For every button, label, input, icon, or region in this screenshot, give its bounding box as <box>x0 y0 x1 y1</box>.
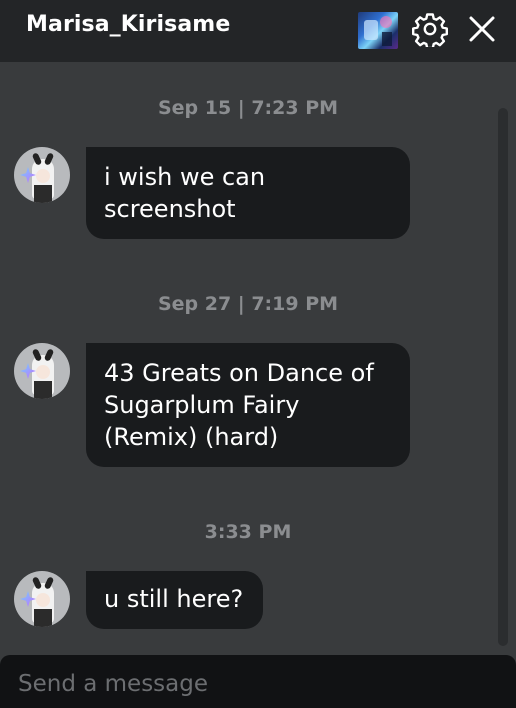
group-avatar-thumbnail[interactable] <box>358 12 398 49</box>
message-timestamp: Sep 27 | 7:19 PM <box>157 293 339 315</box>
message-bubble: i wish we can screenshot <box>86 147 410 239</box>
message-timestamp: Sep 15 | 7:23 PM <box>157 97 339 119</box>
close-icon[interactable] <box>466 13 498 45</box>
gear-icon[interactable] <box>412 11 448 50</box>
sender-avatar[interactable] <box>14 343 70 399</box>
message-timestamp: 3:33 PM <box>204 521 292 543</box>
scrollbar[interactable] <box>498 108 508 646</box>
message-input[interactable] <box>18 667 498 701</box>
message-composer <box>0 655 516 708</box>
sender-avatar[interactable] <box>14 571 70 627</box>
chat-title: Marisa_Kirisame <box>26 12 231 37</box>
message-line: i wish we can <box>104 163 266 191</box>
chat-header: Marisa_Kirisame <box>0 0 516 62</box>
message-bubble: u still here? <box>86 571 264 629</box>
sender-avatar[interactable] <box>14 147 70 203</box>
message-line: u still here? <box>104 585 244 613</box>
message-bubble: 43 Greats on Dance of Sugarplum Fairy (R… <box>86 343 410 467</box>
message-line: screenshot <box>104 195 236 223</box>
message-line: 43 Greats on Dance of <box>104 359 374 387</box>
message-line: Sugarplum Fairy <box>104 391 300 419</box>
message-line: (Remix) (hard) <box>104 423 279 451</box>
